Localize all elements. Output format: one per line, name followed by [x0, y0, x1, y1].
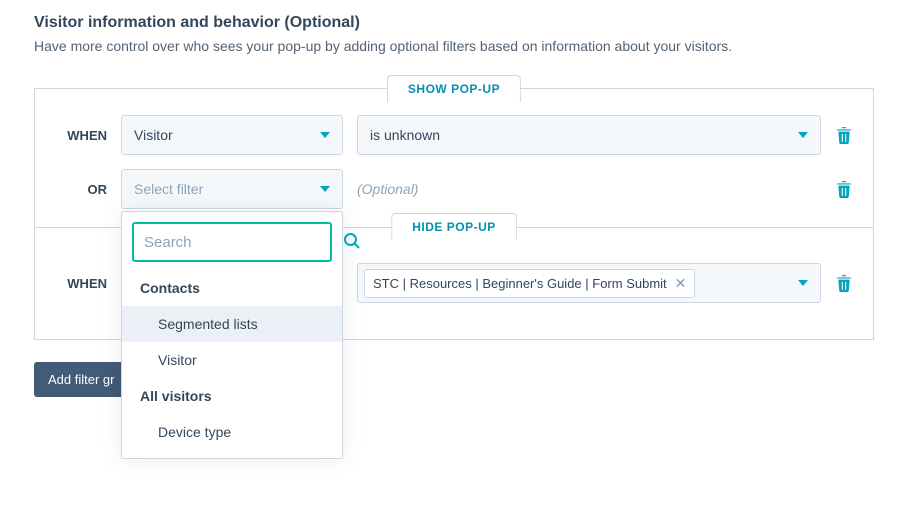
chevron-down-icon — [798, 132, 808, 138]
chevron-down-icon — [320, 186, 330, 192]
row-label-when: WHEN — [55, 276, 107, 291]
condition-value: is unknown — [370, 127, 440, 143]
search-icon — [343, 232, 361, 253]
show-popup-legend: SHOW POP-UP — [387, 75, 521, 102]
condition-select-chip[interactable]: STC | Resources | Beginner's Guide | For… — [357, 263, 821, 303]
chevron-down-icon — [320, 132, 330, 138]
hide-popup-legend: HIDE POP-UP — [391, 213, 517, 240]
show-popup-panel: SHOW POP-UP WHEN Visitor is unknown OR S… — [34, 88, 874, 228]
filter-select-placeholder[interactable]: Select filter — [121, 169, 343, 209]
filter-row-or: OR Select filter Contacts Segmented list… — [55, 169, 853, 209]
filter-select-visitor[interactable]: Visitor — [121, 115, 343, 155]
filter-row-when: WHEN Visitor is unknown — [55, 115, 853, 155]
optional-text: (Optional) — [357, 181, 821, 197]
row-label-when: WHEN — [55, 128, 107, 143]
dropdown-group-all-visitors: All visitors — [122, 378, 342, 414]
dropdown-group-contacts: Contacts — [122, 270, 342, 306]
condition-select-unknown[interactable]: is unknown — [357, 115, 821, 155]
chevron-down-icon — [798, 280, 808, 286]
dropdown-search-wrap — [132, 222, 332, 262]
row-label-or: OR — [55, 182, 107, 197]
trash-icon — [836, 126, 852, 144]
filter-select-value: Select filter — [134, 181, 203, 197]
page-description: Have more control over who sees your pop… — [34, 38, 874, 54]
add-filter-group-button[interactable]: Add filter gr — [34, 362, 128, 397]
delete-row-button[interactable] — [835, 126, 853, 144]
search-input[interactable] — [144, 234, 343, 251]
chip-label: STC | Resources | Beginner's Guide | For… — [373, 276, 667, 291]
page-title: Visitor information and behavior (Option… — [34, 14, 874, 32]
selected-chip: STC | Resources | Beginner's Guide | For… — [364, 269, 695, 298]
trash-icon — [836, 274, 852, 292]
dropdown-item-visitor[interactable]: Visitor — [122, 342, 342, 378]
delete-row-button[interactable] — [835, 274, 853, 292]
chip-remove-icon[interactable]: ✕ — [675, 275, 687, 292]
dropdown-item-segmented-lists[interactable]: Segmented lists — [122, 306, 342, 342]
dropdown-item-device-type[interactable]: Device type — [122, 414, 342, 450]
dropdown-item-browser-language[interactable]: Browser language — [122, 450, 342, 458]
filter-dropdown: Contacts Segmented lists Visitor All vis… — [121, 211, 343, 459]
filter-select-value: Visitor — [134, 127, 173, 143]
trash-icon — [836, 180, 852, 198]
delete-row-button[interactable] — [835, 180, 853, 198]
